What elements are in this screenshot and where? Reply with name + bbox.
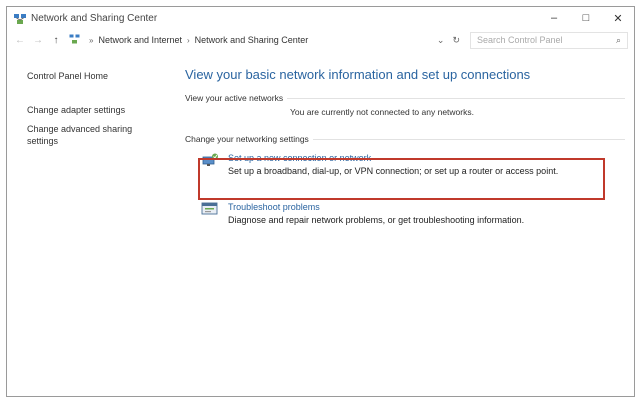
network-sharing-window: Network and Sharing Center – □ ✕ ← → ↑ »… bbox=[6, 6, 635, 397]
troubleshoot-link[interactable]: Troubleshoot problems bbox=[228, 202, 524, 212]
divider bbox=[287, 97, 625, 99]
control-panel-home-link[interactable]: Control Panel Home bbox=[27, 71, 152, 82]
close-button[interactable]: ✕ bbox=[602, 7, 634, 29]
networking-settings-label: Change your networking settings bbox=[185, 134, 309, 144]
breadcrumb-sharing-center[interactable]: Network and Sharing Center bbox=[195, 35, 309, 45]
task-troubleshoot[interactable]: Troubleshoot problems Diagnose and repai… bbox=[185, 199, 625, 225]
refresh-icon[interactable]: ↻ bbox=[452, 35, 460, 46]
address-bar: ← → ↑ » Network and Internet › Network a… bbox=[7, 29, 634, 51]
highlight-box bbox=[198, 158, 605, 200]
up-arrow-icon[interactable]: ↑ bbox=[49, 35, 63, 46]
network-status-text: You are currently not connected to any n… bbox=[290, 107, 474, 117]
location-icon bbox=[69, 34, 80, 46]
page-title: View your basic network information and … bbox=[185, 67, 531, 82]
breadcrumb-chevron-icon: › bbox=[187, 35, 190, 45]
active-networks-label: View your active networks bbox=[185, 93, 284, 103]
forward-arrow-icon[interactable]: → bbox=[31, 35, 45, 46]
back-arrow-icon[interactable]: ← bbox=[13, 35, 27, 46]
address-box[interactable]: » Network and Internet › Network and Sha… bbox=[67, 32, 466, 49]
change-advanced-sharing-link[interactable]: Change advanced sharing bbox=[27, 124, 152, 135]
divider bbox=[312, 138, 625, 140]
change-adapter-settings-link[interactable]: Change adapter settings bbox=[27, 105, 152, 116]
troubleshoot-icon bbox=[201, 202, 219, 216]
breadcrumb-chevron-icon: » bbox=[89, 35, 94, 45]
network-center-icon bbox=[13, 12, 27, 24]
search-input[interactable]: Search Control Panel ⌕ bbox=[470, 31, 628, 49]
active-networks-section: View your active networks bbox=[185, 93, 625, 103]
search-icon: ⌕ bbox=[615, 34, 621, 45]
title-bar: Network and Sharing Center – □ ✕ bbox=[7, 7, 634, 29]
maximize-button[interactable]: □ bbox=[570, 7, 602, 29]
change-advanced-sharing-link-cont[interactable]: settings bbox=[27, 136, 152, 147]
dropdown-icon[interactable]: ⌄ bbox=[437, 35, 445, 46]
networking-settings-section: Change your networking settings bbox=[185, 134, 625, 144]
minimize-button[interactable]: – bbox=[538, 7, 570, 29]
search-placeholder: Search Control Panel bbox=[477, 35, 563, 45]
main-content: View your basic network information and … bbox=[185, 67, 625, 225]
breadcrumb-network-internet[interactable]: Network and Internet bbox=[98, 35, 182, 45]
window-title: Network and Sharing Center bbox=[31, 12, 158, 24]
troubleshoot-description: Diagnose and repair network problems, or… bbox=[228, 215, 525, 225]
sidebar: Control Panel Home Change adapter settin… bbox=[27, 71, 152, 155]
